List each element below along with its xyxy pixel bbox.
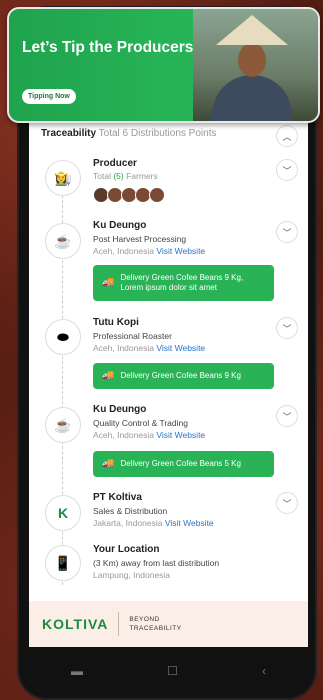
producer-title: Producer xyxy=(93,158,137,169)
delivery-badge: 🚚 Delivery Green Cofee Beans 9 Kg, Lorem… xyxy=(93,265,274,301)
node-item: Ku Deungo Quality Control & Trading Aceh… xyxy=(93,404,205,441)
delivery-badge: 🚚 Delivery Green Cofee Beans 9 Kg xyxy=(93,363,274,389)
visit-website-link[interactable]: Visit Website xyxy=(156,343,205,353)
home-icon[interactable]: ☐ xyxy=(167,664,178,678)
footer: KOLTIVA BEYOND TRACEABILITY xyxy=(29,601,308,647)
farmer-face xyxy=(238,43,266,77)
visit-website-link[interactable]: Visit Website xyxy=(156,430,205,440)
node-role: Professional Roaster xyxy=(93,331,172,341)
tipping-banner[interactable]: Let’s Tip the Producers Tipping Now xyxy=(7,7,320,123)
truck-icon: 🚚 xyxy=(102,458,115,469)
truck-icon: 🚚 xyxy=(102,370,115,381)
system-navbar: ▬ ☐ ‹ xyxy=(29,648,308,694)
node-location: Aceh, Indonesia Visit Website xyxy=(93,343,206,353)
node-item: PT Koltiva Sales & Distribution Jakarta,… xyxy=(93,492,214,529)
delivery-badge: 🚚 Delivery Green Cofee Beans 5 Kg xyxy=(93,451,274,477)
delivery-text: Delivery Green Cofee Beans 9 Kg xyxy=(120,371,241,380)
producer-item: Producer Total (5) Farmers xyxy=(93,158,165,203)
ku-deungo-logo-icon: ☕ xyxy=(45,407,81,443)
producer-icon: 👩‍🌾 xyxy=(45,160,81,196)
node-role: Post Harvest Processing xyxy=(93,234,187,244)
chevron-down-icon[interactable]: ﹀ xyxy=(276,159,298,181)
location-title: Your Location xyxy=(93,544,160,555)
node-item: Tutu Kopi Professional Roaster Aceh, Ind… xyxy=(93,317,205,354)
delivery-text: Delivery Green Cofee Beans 5 Kg xyxy=(120,459,241,468)
location-place: Lampung, Indonesia xyxy=(93,570,171,580)
producer-total: Total (5) Farmers xyxy=(93,171,158,181)
traceability-header: Traceability Total 6 Distributions Point… xyxy=(41,128,216,139)
recent-apps-icon[interactable]: ▬ xyxy=(71,664,83,678)
tutu-kopi-logo-icon: ⬬ xyxy=(45,319,81,355)
traceability-subtitle: Total 6 Distributions Points xyxy=(98,128,217,139)
koltiva-k-logo-icon: K xyxy=(45,495,81,531)
footer-tagline: BEYOND TRACEABILITY xyxy=(129,616,182,632)
truck-icon: 🚚 xyxy=(102,277,115,288)
location-distance: (3 Km) away from last distribution xyxy=(93,558,220,568)
koltiva-logo: KOLTIVA xyxy=(42,616,109,632)
node-name: PT Koltiva xyxy=(93,492,142,503)
node-role: Quality Control & Trading xyxy=(93,418,188,428)
farmer-hat xyxy=(216,15,288,45)
traceability-title: Traceability xyxy=(41,128,97,139)
avatar xyxy=(149,187,165,203)
node-name: Ku Deungo xyxy=(93,404,147,415)
node-name: Tutu Kopi xyxy=(93,317,139,328)
node-location: Jakarta, Indonesia Visit Website xyxy=(93,518,214,528)
delivery-text: Delivery Green Cofee Beans 9 Kg, Lorem i… xyxy=(120,273,244,292)
collapse-chevron-up-icon[interactable]: ︿ xyxy=(276,125,298,147)
node-location: Aceh, Indonesia Visit Website xyxy=(93,246,206,256)
node-role: Sales & Distribution xyxy=(93,506,168,516)
footer-divider xyxy=(118,612,120,636)
ku-deungo-logo-icon: ☕ xyxy=(45,223,81,259)
node-item: Ku Deungo Post Harvest Processing Aceh, … xyxy=(93,220,205,257)
tipping-now-button[interactable]: Tipping Now xyxy=(22,89,76,104)
back-icon[interactable]: ‹ xyxy=(262,664,266,678)
farmer-avatars xyxy=(93,187,165,203)
visit-website-link[interactable]: Visit Website xyxy=(156,246,205,256)
visit-website-link[interactable]: Visit Website xyxy=(165,518,214,528)
location-phone-icon: 📱 xyxy=(45,545,81,581)
chevron-down-icon[interactable]: ﹀ xyxy=(276,405,298,427)
node-location: Aceh, Indonesia Visit Website xyxy=(93,430,206,440)
chevron-down-icon[interactable]: ﹀ xyxy=(276,492,298,514)
chevron-down-icon[interactable]: ﹀ xyxy=(276,317,298,339)
node-name: Ku Deungo xyxy=(93,220,147,231)
location-item: Your Location (3 Km) away from last dist… xyxy=(93,544,219,581)
banner-title: Let’s Tip the Producers xyxy=(22,39,194,56)
chevron-down-icon[interactable]: ﹀ xyxy=(276,221,298,243)
app-screen: Traceability Total 6 Distributions Point… xyxy=(29,120,308,647)
